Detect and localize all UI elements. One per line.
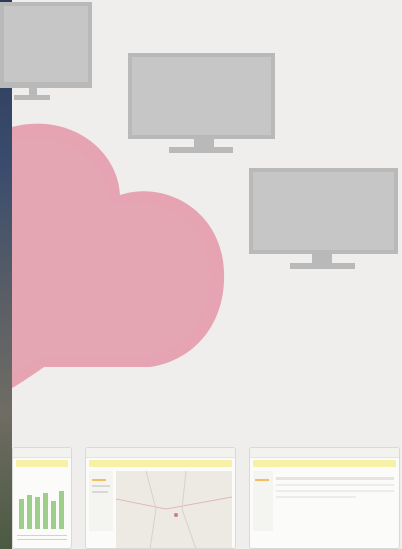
monitor-icon [128, 53, 275, 153]
thumbnail-bar-chart[interactable] [12, 447, 72, 549]
cloud-icon [12, 123, 225, 389]
map-preview [89, 470, 233, 548]
monitor-icon [249, 168, 398, 269]
monitor-icon [0, 2, 92, 100]
thumbnail-map-view[interactable] [85, 447, 236, 549]
thumbnail-data-table[interactable] [249, 447, 400, 549]
table-preview [253, 471, 394, 531]
bar-chart-preview [17, 491, 67, 540]
